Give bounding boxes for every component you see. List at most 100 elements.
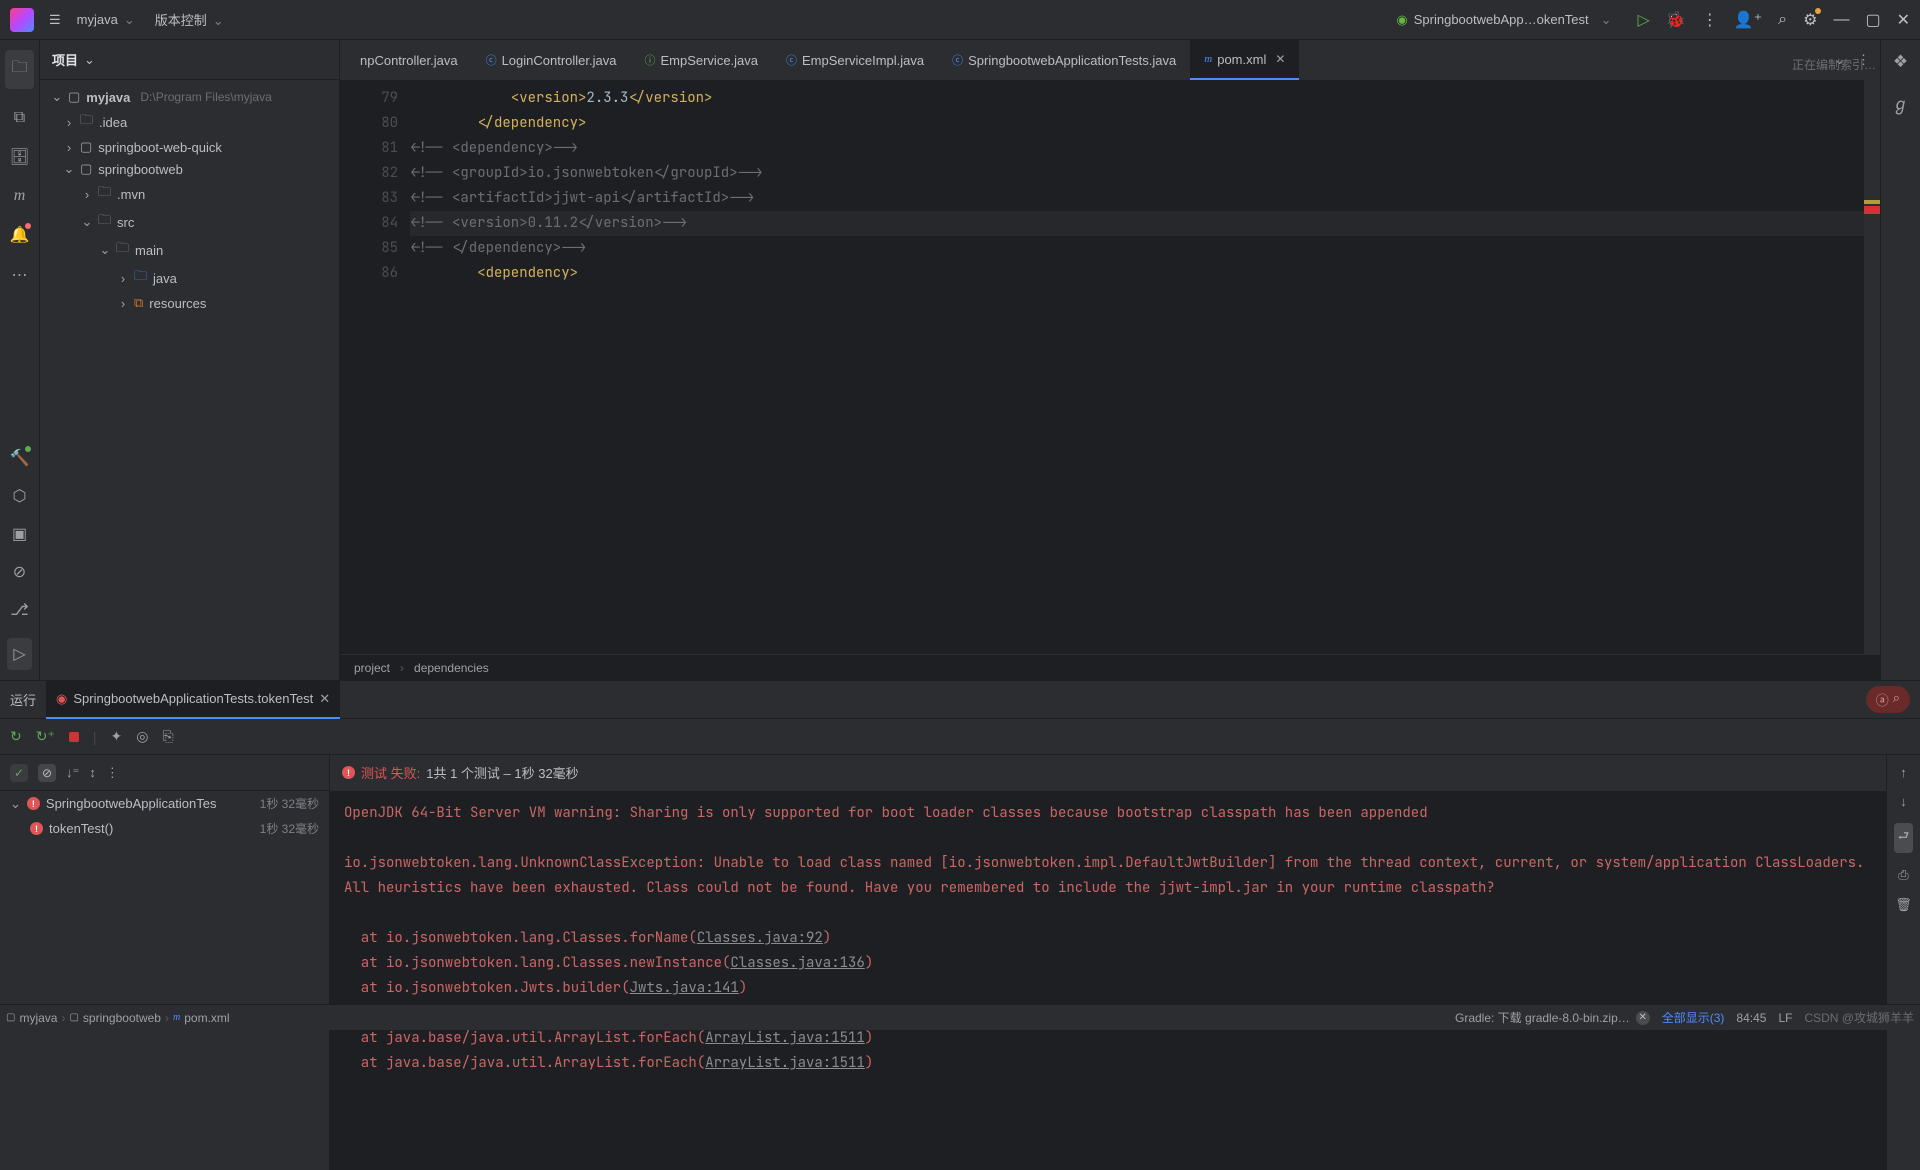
search-everywhere-icon[interactable]: ⌕ — [1778, 11, 1787, 29]
run-tool-icon[interactable]: ▷ — [7, 638, 31, 670]
nav-crumb[interactable]: pom.xml — [184, 1011, 229, 1025]
ai-capsule[interactable]: ⓐ⌕ — [1866, 686, 1910, 713]
show-all-link[interactable]: 全部显示(3) — [1662, 1009, 1725, 1026]
editor-area: npController.java ⓒLoginController.java … — [340, 40, 1880, 680]
services-tool-icon[interactable]: ⬡ — [13, 486, 27, 506]
terminal-tool-icon[interactable]: ▣ — [12, 524, 27, 544]
tab-logincontroller[interactable]: ⓒLoginController.java — [472, 40, 631, 80]
project-tool-icon[interactable]: 🗀 — [5, 50, 33, 89]
run-tab-test[interactable]: ◉ SpringbootwebApplicationTests.tokenTes… — [46, 681, 340, 719]
tree-folder-java[interactable]: ›🗀java — [44, 264, 335, 292]
rerun-icon[interactable]: ↻ — [10, 728, 22, 745]
ai-icon: ⓐ — [1876, 690, 1889, 709]
vcs-dropdown[interactable]: 版本控制⌄ — [155, 10, 230, 29]
rerun-failed-icon[interactable]: ↻⁺ — [36, 728, 55, 745]
nav-crumb[interactable]: springbootweb — [83, 1011, 161, 1025]
ai-assistant-icon[interactable]: ❖ — [1893, 52, 1908, 72]
error-icon: ! — [342, 766, 355, 779]
database-tool-icon[interactable]: 🗄 — [9, 147, 29, 167]
test-class-node[interactable]: ⌄ ! SpringbootwebApplicationTes 1秒 32毫秒 — [0, 791, 329, 816]
more-tools-icon[interactable]: ⋯ — [12, 265, 28, 285]
tab-empcontroller[interactable]: npController.java — [346, 40, 472, 80]
tab-empservice[interactable]: ⓘEmpService.java — [630, 40, 772, 80]
editor-breadcrumb: project › dependencies — [340, 654, 1880, 680]
cancel-gradle-icon[interactable]: ✕ — [1636, 1011, 1650, 1025]
line-separator[interactable]: LF — [1778, 1011, 1792, 1025]
gradle-progress-text: Gradle: 下载 gradle-8.0-bin.zip… — [1455, 1009, 1630, 1026]
project-panel: 项目 ⌄ ⌄▢myjavaD:\Program Files\myjava ›🗀.… — [40, 40, 340, 680]
stack-link[interactable]: ArrayList.java:1511 — [705, 1029, 865, 1047]
build-tool-icon[interactable]: 🔨 — [10, 448, 30, 468]
run-button[interactable]: ▷ — [1638, 10, 1650, 30]
toggle-breakpoint-icon[interactable]: ✦ — [111, 728, 123, 745]
error-icon: ! — [30, 822, 43, 835]
notifications-icon[interactable]: 🔔 — [10, 225, 30, 245]
maven-tool-icon[interactable]: m — [14, 187, 26, 205]
stack-link[interactable]: Jwts.java:141 — [630, 979, 739, 997]
structure-tool-icon[interactable]: ⧉ — [14, 109, 25, 127]
console-output[interactable]: OpenJDK 64-Bit Server VM warning: Sharin… — [330, 791, 1886, 1170]
breadcrumb-item[interactable]: project — [354, 661, 390, 675]
expand-icon[interactable]: ↕ — [89, 765, 96, 780]
breadcrumb-item[interactable]: dependencies — [414, 661, 489, 675]
run-config-dropdown[interactable]: ◉ SpringbootwebApp…okenTest ⌄ — [1388, 10, 1625, 30]
more-menu-icon[interactable]: ⋮ — [1702, 10, 1718, 30]
test-more-icon[interactable]: ⋮ — [106, 765, 119, 781]
gradle-tool-icon[interactable]: ℊ — [1892, 90, 1909, 115]
problems-tool-icon[interactable]: ⊘ — [13, 562, 26, 582]
soft-wrap-icon[interactable]: ⮐ — [1894, 823, 1914, 853]
stack-link[interactable]: Classes.java:92 — [697, 929, 823, 947]
project-name-dropdown[interactable]: myjava⌄ — [77, 12, 141, 28]
test-summary-counts: 1共 1 个测试 – 1秒 32毫秒 — [426, 763, 578, 782]
settings-icon[interactable]: ⚙ — [1803, 10, 1817, 30]
run-label: 运行 — [10, 690, 36, 709]
stack-link[interactable]: Classes.java:136 — [730, 954, 864, 972]
tree-folder-src[interactable]: ⌄🗀src — [44, 208, 335, 236]
show-passed-toggle[interactable]: ✓ — [10, 764, 28, 782]
debug-button[interactable]: 🐞 — [1666, 10, 1686, 30]
maximize-icon[interactable]: ▢ — [1865, 10, 1880, 30]
tree-folder-idea[interactable]: ›🗀.idea — [44, 108, 335, 136]
test-method-node[interactable]: ! tokenTest() 1秒 32毫秒 — [0, 816, 329, 841]
tree-module-2[interactable]: ⌄▢springbootweb — [44, 158, 335, 180]
tree-root[interactable]: ⌄▢myjavaD:\Program Files\myjava — [44, 86, 335, 108]
tree-folder-mvn[interactable]: ›🗀.mvn — [44, 180, 335, 208]
git-tool-icon[interactable]: ⎇ — [10, 600, 28, 620]
tree-folder-resources[interactable]: ›⧉resources — [44, 292, 335, 314]
project-view-dropdown-icon[interactable]: ⌄ — [84, 52, 95, 68]
tab-tests[interactable]: ⓒSpringbootwebApplicationTests.java — [938, 40, 1190, 80]
tree-folder-main[interactable]: ⌄🗀main — [44, 236, 335, 264]
collaborators-icon[interactable]: 👤⁺ — [1734, 10, 1762, 30]
indexing-message: 正在编制索引… — [1792, 56, 1876, 73]
error-icon: ! — [27, 797, 40, 810]
minimap-scrollbar[interactable] — [1864, 80, 1880, 654]
close-run-tab-icon[interactable]: ✕ — [319, 691, 330, 707]
status-bar: ▢myjava › ▢springbootweb › mpom.xml Grad… — [0, 1004, 1920, 1030]
scroll-down-icon[interactable]: ↓ — [1900, 794, 1907, 809]
show-ignored-toggle[interactable]: ⊘ — [38, 764, 56, 782]
minimize-icon[interactable]: — — [1833, 11, 1849, 29]
nav-crumb[interactable]: myjava — [19, 1011, 57, 1025]
test-tree-panel: ✓ ⊘ ↓⁼ ↕ ⋮ ⌄ ! SpringbootwebApplicationT… — [0, 755, 330, 1170]
code-area[interactable]: <version>2.3.3</version> </dependency> <… — [410, 80, 1864, 654]
tree-module-1[interactable]: ›▢springboot-web-quick — [44, 136, 335, 158]
cursor-position[interactable]: 84:45 — [1736, 1011, 1766, 1025]
console-right-rail: ↑ ↓ ⮐ ⎙ 🗑 — [1886, 755, 1920, 1170]
dump-icon[interactable]: ◎ — [136, 728, 148, 745]
title-bar: ☰ myjava⌄ 版本控制⌄ ◉ SpringbootwebApp…okenT… — [0, 0, 1920, 40]
clear-icon[interactable]: 🗑 — [1895, 897, 1912, 913]
sort-icon[interactable]: ↓⁼ — [66, 765, 79, 781]
close-tab-icon[interactable]: ✕ — [1275, 52, 1285, 66]
scroll-up-icon[interactable]: ↑ — [1900, 765, 1907, 780]
run-toolbar: ↻ ↻⁺ | ✦ ◎ ⎘ — [0, 719, 1920, 755]
close-window-icon[interactable]: ✕ — [1897, 10, 1910, 30]
tab-pom[interactable]: mpom.xml✕ — [1190, 40, 1299, 80]
project-panel-title: 项目 — [52, 50, 78, 69]
hamburger-icon[interactable]: ☰ — [49, 12, 61, 28]
stop-icon[interactable] — [69, 729, 79, 745]
stack-link[interactable]: ArrayList.java:1511 — [705, 1054, 865, 1072]
gutter: 79 80 81 82 83 84 85 86 — [340, 80, 410, 654]
tab-empserviceimpl[interactable]: ⓒEmpServiceImpl.java — [772, 40, 938, 80]
export-icon[interactable]: ⎘ — [162, 728, 173, 745]
print-icon[interactable]: ⎙ — [1898, 867, 1908, 883]
